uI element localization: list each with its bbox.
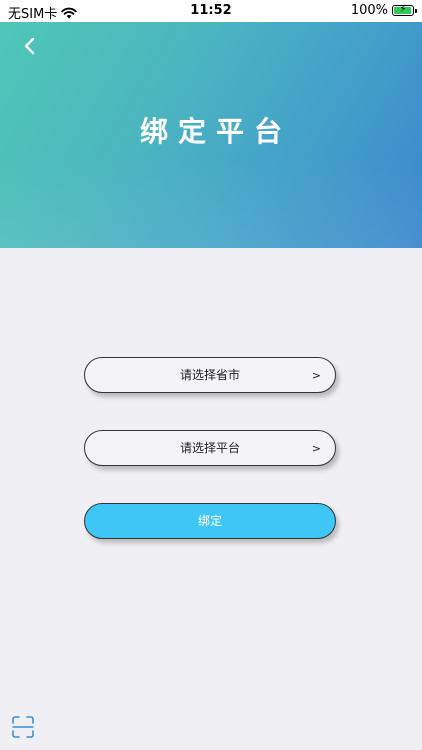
- province-select-label: 请选择省市: [179, 368, 240, 382]
- chevron-left-icon: [24, 37, 35, 55]
- scan-icon: [12, 716, 34, 738]
- chevron-right-icon: >: [311, 442, 321, 455]
- back-button[interactable]: [16, 32, 44, 60]
- page-title: 绑定平台: [139, 115, 292, 148]
- scan-button[interactable]: [11, 715, 35, 739]
- battery-icon: ⚡: [392, 4, 417, 16]
- header-glow: [0, 158, 422, 248]
- platform-select-button[interactable]: 请选择平台 >: [84, 430, 336, 466]
- bind-button-label: 绑定: [197, 514, 222, 528]
- bind-button[interactable]: 绑定: [84, 503, 336, 539]
- charging-bolt-icon: ⚡: [399, 4, 407, 15]
- platform-select-label: 请选择平台: [179, 441, 240, 455]
- province-select-button[interactable]: 请选择省市 >: [84, 357, 336, 393]
- chevron-right-icon: >: [311, 369, 321, 382]
- status-right: 100% ⚡: [350, 3, 417, 18]
- status-bar: 无SIM卡 11:52 100% ⚡: [0, 0, 422, 22]
- header: 绑定平台: [0, 22, 422, 248]
- battery-percent: 100%: [350, 3, 388, 18]
